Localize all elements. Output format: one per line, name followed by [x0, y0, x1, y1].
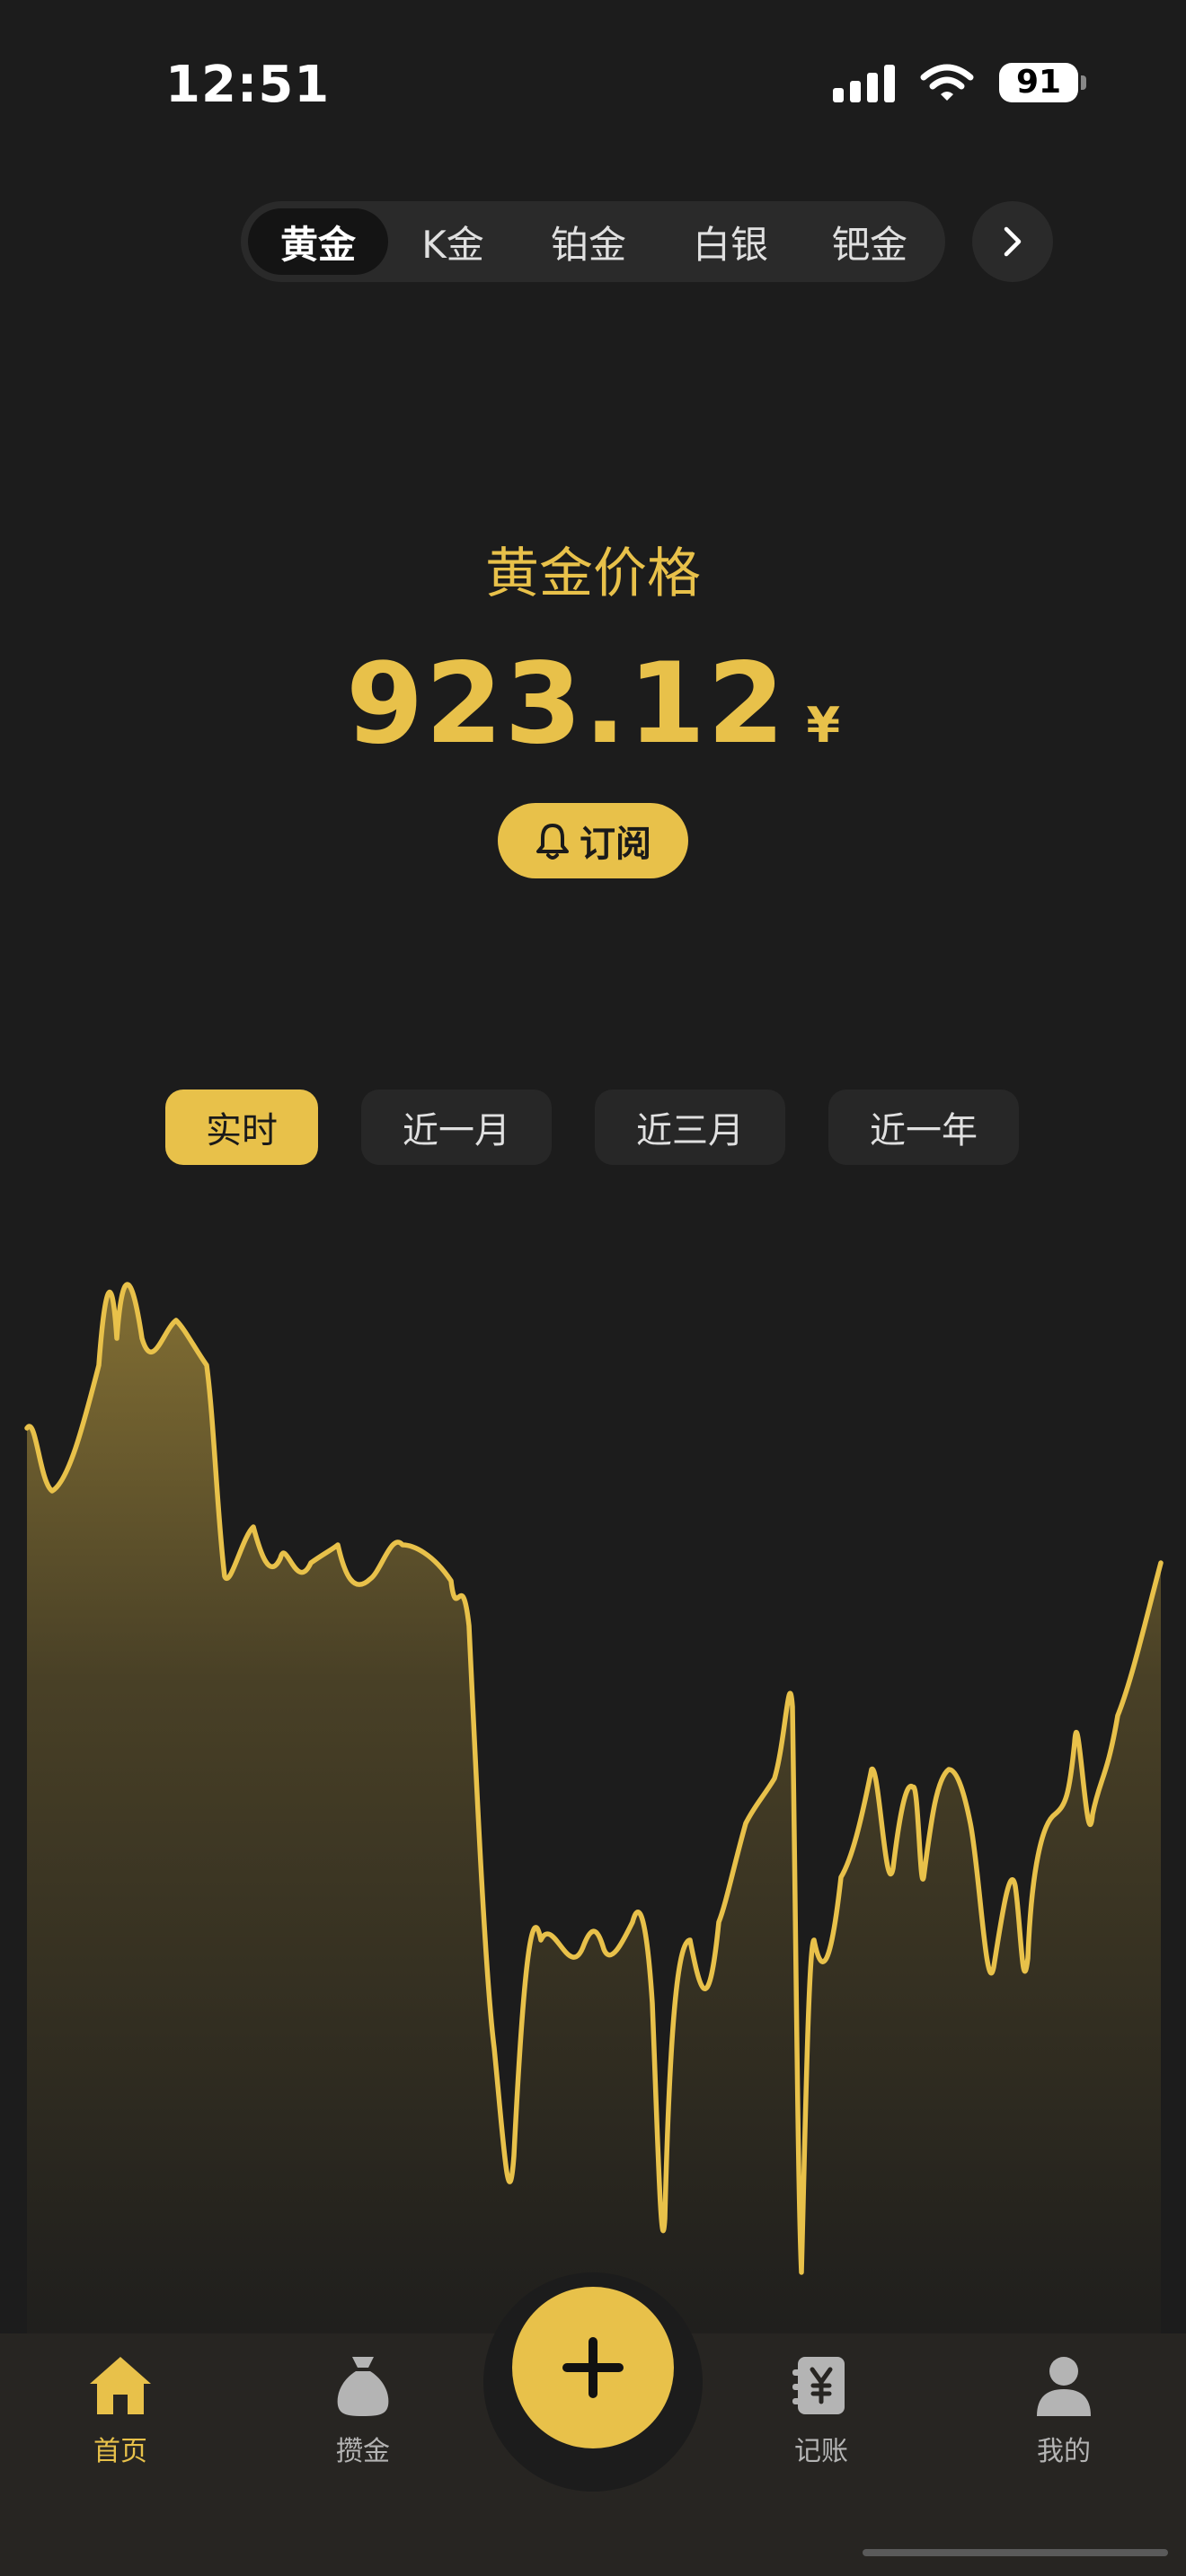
price-chart-area — [27, 1284, 1161, 2407]
range-tab-1-month[interactable]: 近一月 — [361, 1090, 552, 1165]
price-currency: ¥ — [806, 697, 841, 754]
tab-k-gold[interactable]: K金 — [388, 208, 518, 275]
ledger-icon — [792, 2357, 845, 2414]
cellular-signal-icon — [833, 63, 895, 102]
range-tab-1-year[interactable]: 近一年 — [828, 1090, 1019, 1165]
bell-icon — [536, 824, 569, 860]
plus-icon — [562, 2337, 624, 2398]
price-chart — [24, 1282, 1164, 2407]
range-tab-realtime[interactable]: 实时 — [165, 1090, 318, 1165]
tab-palladium[interactable]: 钯金 — [801, 208, 938, 275]
metal-tabs: 黄金 K金 铂金 白银 钯金 — [241, 201, 945, 282]
price-title: 黄金价格 — [485, 543, 701, 605]
nav-profile-label: 我的 — [1037, 2436, 1091, 2467]
money-bag-icon — [337, 2357, 389, 2416]
nav-home[interactable]: 首页 — [31, 2353, 210, 2468]
home-icon — [90, 2357, 151, 2414]
subscribe-button[interactable]: 订阅 — [498, 803, 688, 878]
more-metals-button[interactable] — [972, 201, 1053, 282]
battery-level: 91 — [1015, 64, 1062, 101]
status-time: 12:51 — [165, 56, 331, 114]
nav-save-gold[interactable]: 攒金 — [273, 2353, 453, 2468]
add-button[interactable] — [512, 2287, 674, 2448]
chevron-right-icon — [1004, 226, 1022, 257]
nav-home-label: 首页 — [93, 2436, 147, 2467]
range-tab-3-months[interactable]: 近三月 — [595, 1090, 785, 1165]
tab-platinum[interactable]: 铂金 — [518, 208, 659, 275]
status-icons: 91 — [833, 63, 1086, 102]
tab-gold[interactable]: 黄金 — [248, 208, 388, 275]
user-icon — [1037, 2357, 1091, 2416]
wifi-icon — [920, 64, 974, 101]
price-value: 923.12 — [345, 640, 787, 769]
nav-profile[interactable]: 我的 — [974, 2353, 1154, 2468]
nav-save-gold-label: 攒金 — [336, 2436, 390, 2467]
battery-icon: 91 — [999, 63, 1086, 102]
home-indicator — [863, 2549, 1168, 2556]
nav-ledger-label: 记账 — [794, 2436, 848, 2467]
subscribe-label: 订阅 — [580, 824, 651, 865]
price-display: 923.12 ¥ — [0, 640, 1186, 769]
tab-silver[interactable]: 白银 — [659, 208, 801, 275]
nav-ledger[interactable]: 记账 — [731, 2353, 911, 2468]
